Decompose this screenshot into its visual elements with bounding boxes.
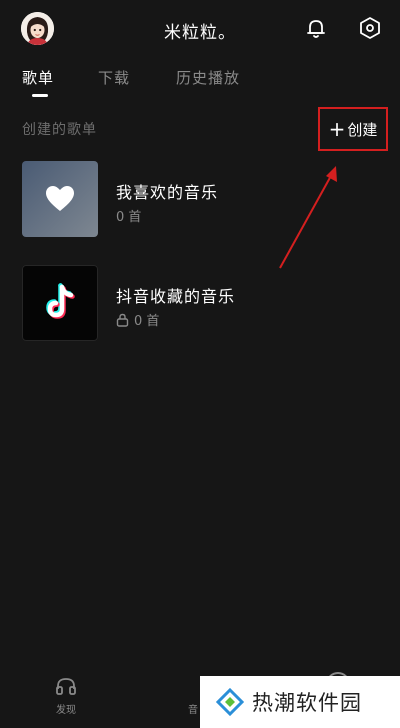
tab-downloads[interactable]: 下载 (98, 67, 130, 88)
watermark-text: 热潮软件园 (252, 691, 362, 715)
playlist-meta: 0 首 (116, 310, 159, 329)
username: 米粒粒。 (164, 23, 236, 43)
song-count: 0 首 (116, 210, 142, 225)
playlist-cover (22, 265, 98, 341)
headphones-icon (56, 678, 76, 695)
avatar-image (21, 12, 54, 45)
lock-icon (116, 313, 129, 327)
bell-icon[interactable] (302, 14, 330, 42)
create-label: 创建 (347, 120, 378, 139)
create-playlist-button[interactable]: + 创建 (318, 107, 388, 151)
active-tab-indicator (32, 94, 48, 97)
tiktok-logo (46, 283, 75, 319)
tab-bar: 歌单 下载 历史播放 (0, 64, 400, 104)
playlist-item-tiktok[interactable]: 抖音收藏的音乐 0 首 (22, 265, 382, 341)
playlist-meta: 0 首 (116, 206, 141, 225)
heart-icon (46, 186, 74, 211)
settings-icon[interactable] (356, 14, 384, 42)
nav-discover[interactable]: 发现 (36, 676, 96, 716)
playlist-cover (22, 161, 98, 237)
plus-icon: + (328, 117, 346, 141)
playlist-name: 抖音收藏的音乐 (116, 287, 236, 306)
playlist-item-favorites[interactable]: 我喜欢的音乐 0 首 (22, 161, 382, 237)
playlist-name: 我喜欢的音乐 (116, 183, 219, 202)
nav-discover-label: 发现 (56, 705, 76, 716)
avatar[interactable] (21, 12, 54, 45)
top-bar: 米粒粒。 (0, 0, 400, 56)
tab-playlists[interactable]: 歌单 (22, 67, 54, 88)
section-title: 创建的歌单 (22, 122, 97, 138)
playlist-screen: 米粒粒。 歌单 下载 历史播放 创建的歌单 + 创建 我喜欢的音乐 0 首 抖音… (0, 0, 400, 728)
song-count: 0 首 (134, 314, 160, 329)
watermark-logo (216, 688, 244, 716)
watermark: 热潮软件园 (200, 676, 400, 728)
tab-history[interactable]: 历史播放 (176, 67, 240, 88)
